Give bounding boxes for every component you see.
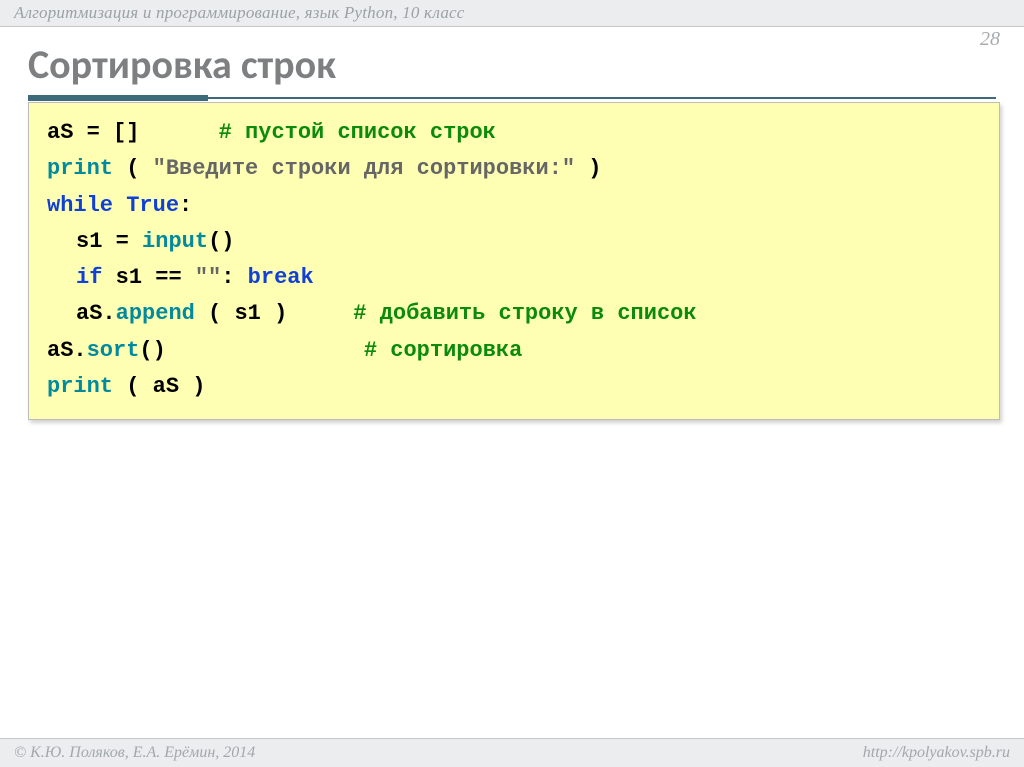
- code-token: ( s1 ): [195, 301, 287, 326]
- code-block: aS = [] # пустой список строк print ( "В…: [28, 102, 1000, 420]
- code-token: [113, 193, 126, 218]
- footer: © К.Ю. Поляков, Е.А. Ерёмин, 2014 http:/…: [0, 738, 1024, 767]
- code-token: ): [575, 156, 601, 181]
- code-func: append: [116, 301, 195, 326]
- code-func: print: [47, 374, 113, 399]
- code-token: (): [208, 229, 234, 254]
- code-func: input: [142, 229, 208, 254]
- code-token: :: [221, 265, 247, 290]
- code-token: s1 ==: [102, 265, 194, 290]
- code-line-2: print ( "Введите строки для сортировки:"…: [47, 151, 981, 187]
- code-line-3: while True:: [47, 188, 981, 224]
- code-line-5: if s1 == "": break: [47, 260, 981, 296]
- code-token: aS: [47, 120, 73, 145]
- copyright: © К.Ю. Поляков, Е.А. Ерёмин, 2014: [14, 744, 255, 762]
- code-token: (): [139, 338, 165, 363]
- code-comment: # пустой список строк: [219, 120, 496, 145]
- code-spacing: [287, 296, 353, 332]
- code-func: print: [47, 156, 113, 181]
- code-func: sort: [87, 338, 140, 363]
- code-line-1: aS = [] # пустой список строк: [47, 115, 981, 151]
- slide: Алгоритмизация и программирование, язык …: [0, 0, 1024, 767]
- code-comment: # добавить строку в список: [353, 301, 696, 326]
- code-keyword: while: [47, 193, 113, 218]
- code-keyword: if: [76, 265, 102, 290]
- code-token: aS.: [47, 338, 87, 363]
- code-line-7: aS.sort() # сортировка: [47, 333, 981, 369]
- code-string: "": [195, 265, 221, 290]
- underline-thin: [208, 97, 996, 99]
- underline-thick: [28, 95, 208, 101]
- title-area: Сортировка строк: [28, 40, 996, 101]
- title-underline: [28, 95, 996, 101]
- code-token: s1 =: [76, 229, 142, 254]
- code-line-8: print ( aS ): [47, 369, 981, 405]
- code-comment: # сортировка: [364, 338, 522, 363]
- code-keyword: True: [126, 193, 179, 218]
- code-string: "Введите строки для сортировки:": [153, 156, 575, 181]
- code-spacing: [139, 115, 218, 151]
- code-spacing: [166, 333, 364, 369]
- code-token: = []: [73, 120, 139, 145]
- code-token: aS.: [76, 301, 116, 326]
- code-line-6: aS.append ( s1 ) # добавить строку в спи…: [47, 296, 981, 332]
- code-token: ( aS ): [113, 374, 205, 399]
- code-keyword: break: [248, 265, 314, 290]
- header-bar: Алгоритмизация и программирование, язык …: [0, 0, 1024, 27]
- breadcrumb: Алгоритмизация и программирование, язык …: [14, 3, 465, 23]
- code-token: (: [113, 156, 153, 181]
- code-line-4: s1 = input(): [47, 224, 981, 260]
- code-token: :: [179, 193, 192, 218]
- page-title: Сортировка строк: [28, 40, 996, 89]
- footer-link: http://kpolyakov.spb.ru: [863, 744, 1010, 762]
